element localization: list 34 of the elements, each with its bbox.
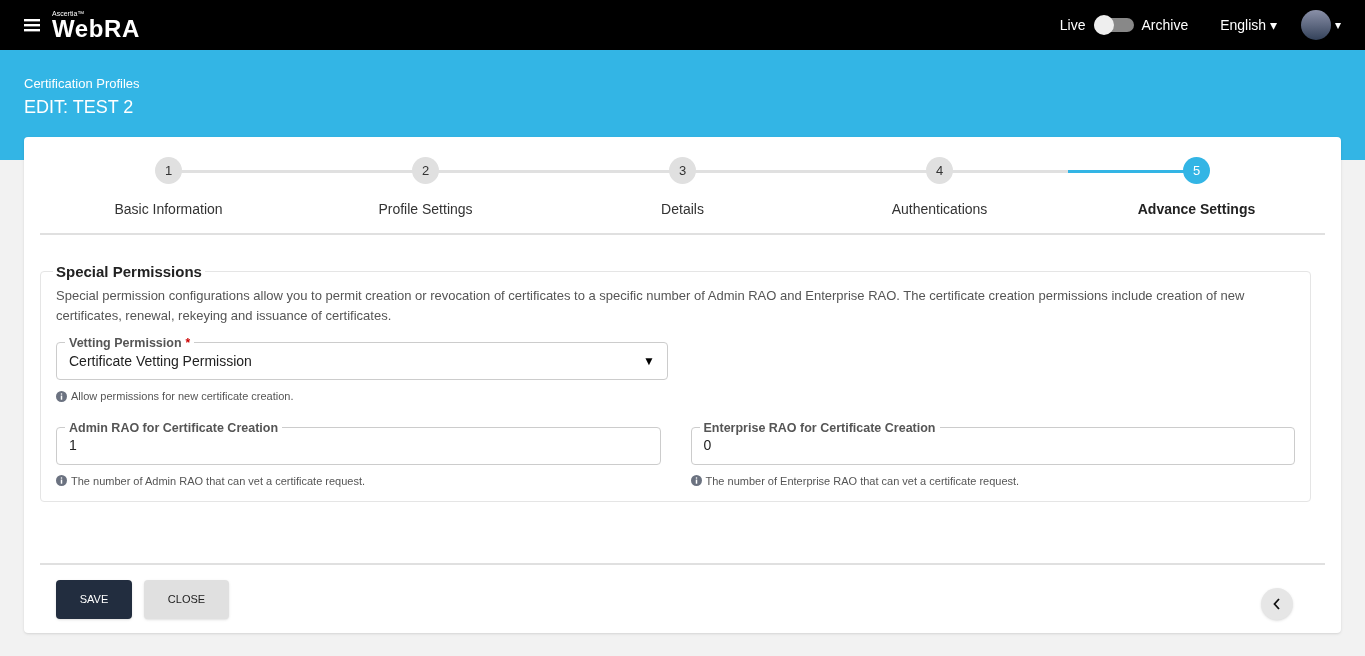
step-label: Basic Information (114, 200, 223, 219)
brand-logo: WebRA (52, 16, 140, 41)
collapse-button[interactable] (1261, 588, 1293, 620)
step-number[interactable]: 1 (155, 157, 182, 184)
input-value: 0 (703, 436, 712, 455)
caret-icon: ▼ (643, 352, 655, 370)
caret-icon[interactable]: ▾ (1335, 17, 1341, 33)
step-number[interactable]: 2 (412, 157, 439, 184)
info-icon (690, 475, 702, 487)
page-title: EDIT: TEST 2 (24, 95, 135, 119)
user-avatar[interactable] (1301, 10, 1331, 40)
input-value: 1 (69, 436, 77, 455)
select-value: Certificate Vetting Permission (69, 351, 253, 371)
step-label: Details (661, 200, 704, 219)
step-label: Profile Settings (378, 200, 473, 219)
live-label: Live (1059, 16, 1086, 35)
chevron-left-icon (1273, 598, 1281, 610)
step-number[interactable]: 3 (669, 157, 696, 184)
language-dropdown[interactable]: English ▾ (1220, 15, 1277, 35)
step-number[interactable]: 4 (926, 157, 953, 184)
step-label: Authentications (891, 200, 988, 219)
archive-label: Archive (1141, 16, 1189, 35)
info-icon (56, 390, 67, 402)
menu-icon[interactable] (24, 18, 40, 32)
info-icon (56, 475, 67, 487)
close-button[interactable]: CLOSE (144, 579, 229, 619)
breadcrumb: Certification Profiles (24, 75, 141, 93)
section-description: Special permission configurations allow you to permit creation or revocation of certificates to a specific number of Admin RAO and Enterprise RAO. The certificate creation permissions include creation of new certificates, renewal, rekeying and issuance of certificates. (56, 287, 1246, 325)
save-button[interactable]: SAVE (56, 579, 132, 619)
step-label: Advance Settings (1137, 200, 1256, 219)
hint-text: Allow permissions for new certificate creation. (71, 389, 294, 404)
hint-text: The number of Admin RAO that can vet a certificate request. (71, 473, 366, 489)
mode-switch[interactable] (1093, 18, 1134, 32)
hint-text: The number of Enterprise RAO that can vet a certificate request. (705, 473, 1020, 489)
